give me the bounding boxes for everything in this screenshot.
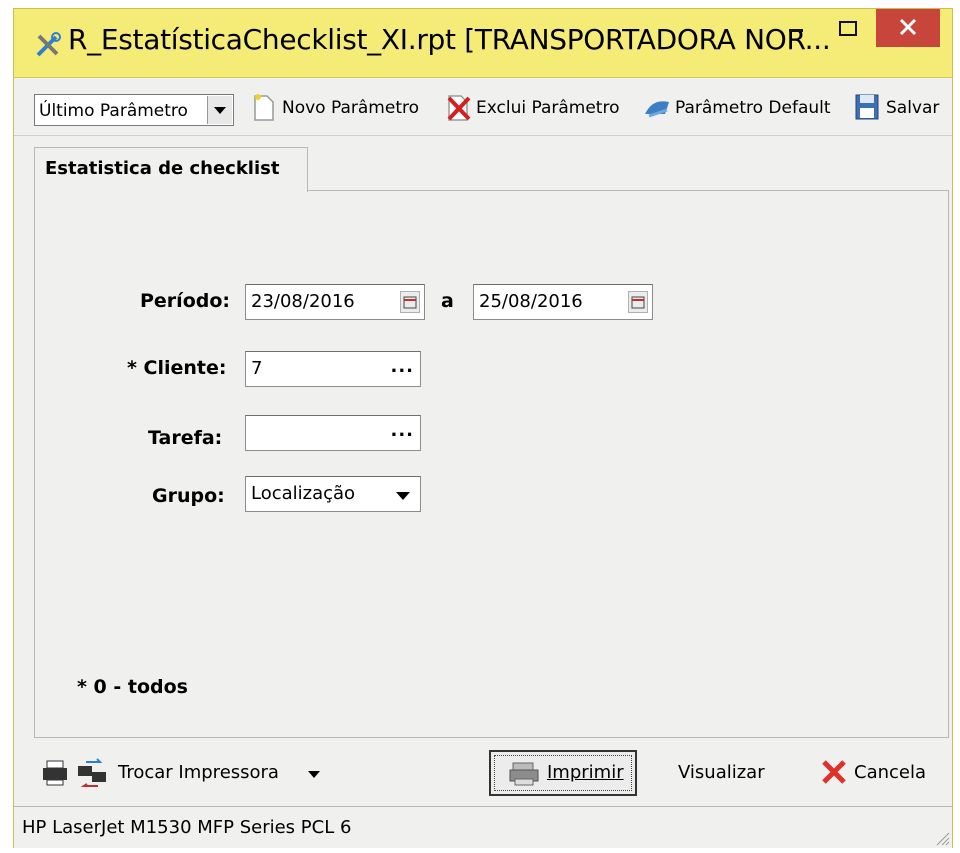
periodo-separator: a (441, 290, 454, 312)
delete-parameter-button[interactable]: Exclui Parâmetro (446, 92, 636, 122)
grupo-label: Grupo: (152, 485, 225, 507)
date-from-value: 23/08/2016 (251, 291, 355, 312)
cliente-field[interactable]: 7 ... (245, 351, 421, 387)
print-label: Imprimir (547, 762, 624, 783)
cliente-label: * Cliente: (127, 357, 227, 379)
close-icon (899, 18, 917, 36)
new-parameter-label: Novo Parâmetro (282, 98, 419, 118)
title-bar[interactable]: R_EstatísticaChecklist_XI.rpt [TRANSPORT… (14, 9, 952, 78)
window-title: R_EstatísticaChecklist_XI.rpt [TRANSPORT… (68, 23, 831, 56)
change-printer-button[interactable]: Trocar Impressora (114, 754, 324, 790)
tarefa-label: Tarefa: (148, 427, 223, 449)
tarefa-field[interactable]: ... (245, 415, 421, 451)
printer-name: HP LaserJet M1530 MFP Series PCL 6 (22, 817, 352, 838)
maximize-button[interactable] (826, 9, 870, 49)
delete-document-icon (447, 95, 471, 121)
new-parameter-button[interactable]: Novo Parâmetro (252, 92, 442, 122)
tab-panel: Período: 23/08/2016 a 25/08/2016 * Clien… (34, 190, 949, 738)
print-button[interactable]: Imprimir (489, 750, 637, 796)
date-to-field[interactable]: 25/08/2016 (473, 284, 653, 320)
change-printer-label: Trocar Impressora (118, 762, 279, 783)
tarefa-lookup-button[interactable]: ... (390, 420, 414, 441)
periodo-label: Período: (140, 290, 230, 312)
printer-icon (509, 762, 539, 786)
tools-icon (36, 32, 61, 57)
legend-note: * 0 - todos (77, 676, 188, 698)
status-bar: HP LaserJet M1530 MFP Series PCL 6 (14, 806, 952, 848)
cliente-lookup-button[interactable]: ... (390, 356, 414, 377)
tab-estatistica[interactable]: Estatistica de checklist (34, 147, 308, 192)
default-parameter-button[interactable]: Parâmetro Default (643, 92, 853, 122)
new-document-icon (254, 94, 274, 121)
calendar-icon[interactable] (628, 291, 648, 313)
chevron-down-icon[interactable] (207, 96, 232, 124)
minimize-icon (789, 29, 803, 32)
resize-grip-icon[interactable] (934, 830, 950, 846)
close-button[interactable] (876, 9, 940, 47)
save-label: Salvar (886, 98, 940, 118)
swap-printer-icon[interactable] (76, 758, 108, 788)
chevron-down-icon (308, 771, 320, 778)
floppy-disk-icon (855, 94, 879, 120)
preview-label: Visualizar (678, 762, 765, 783)
cliente-value: 7 (251, 358, 263, 379)
calendar-icon[interactable] (400, 291, 420, 313)
delete-parameter-label: Exclui Parâmetro (476, 98, 620, 118)
action-bar: Trocar Impressora Imprimir Visualizar Ca… (14, 744, 952, 806)
default-arrow-icon (645, 101, 669, 118)
red-x-icon (822, 760, 846, 784)
date-from-field[interactable]: 23/08/2016 (245, 284, 425, 320)
toolbar: Último Parâmetro Novo Parâmetro Exclui P… (14, 78, 952, 136)
tab-label: Estatistica de checklist (45, 158, 280, 179)
grupo-value: Localização (251, 483, 356, 504)
maximize-icon (839, 21, 857, 36)
printer-icon[interactable] (40, 758, 70, 788)
cancel-label: Cancela (854, 762, 927, 783)
chevron-down-icon (396, 492, 410, 500)
report-window: R_EstatísticaChecklist_XI.rpt [TRANSPORT… (13, 8, 953, 848)
minimize-button[interactable] (774, 9, 818, 49)
preview-button[interactable]: Visualizar (672, 754, 772, 790)
parameter-select[interactable]: Último Parâmetro (34, 94, 234, 126)
save-button[interactable]: Salvar (854, 92, 950, 122)
default-parameter-label: Parâmetro Default (675, 98, 831, 118)
cancel-button[interactable]: Cancela (816, 754, 936, 790)
grupo-select[interactable]: Localização (245, 476, 421, 512)
date-to-value: 25/08/2016 (479, 291, 583, 312)
parameter-select-value: Último Parâmetro (39, 101, 188, 121)
